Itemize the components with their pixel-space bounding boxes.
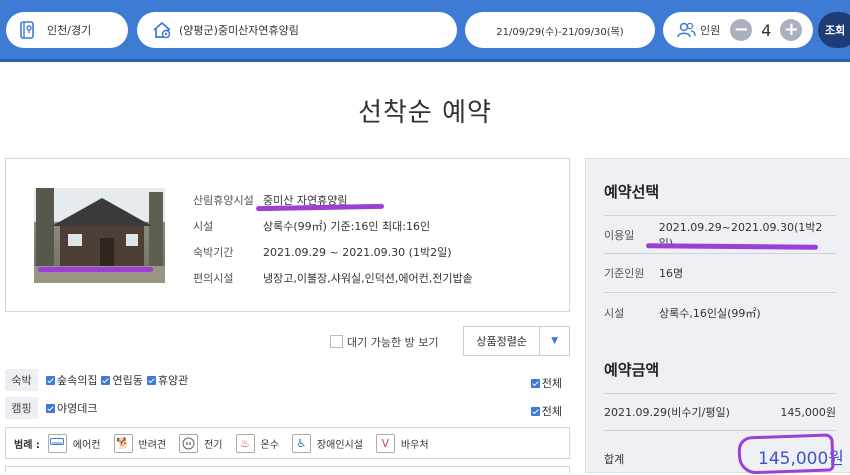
reservation-summary-panel: 예약선택 이용일 2021.09.29~2021.09.30(1박2일) 기준인… <box>585 158 850 475</box>
category-tag-lodging: 숙박 <box>5 369 38 391</box>
checkbox-townhouse[interactable]: 연립동 <box>101 372 143 388</box>
results-list-top <box>5 466 570 473</box>
category-tag-camping: 캠핑 <box>5 397 38 419</box>
annotation-underline-photo <box>38 267 153 272</box>
chevron-down-icon: ▼ <box>539 327 569 355</box>
wheelchair-icon: ♿ <box>291 433 311 453</box>
search-bar-underline <box>0 59 850 62</box>
region-selector[interactable]: 인천/경기 <box>6 12 128 48</box>
legend: 범례 : 에어컨 🐕 반려견 전기 ♨ 온수 ♿ 장애인시설 V 바우처 <box>5 427 570 459</box>
price-divider <box>604 430 836 431</box>
check-icon <box>146 375 156 385</box>
category-row-lodging: 숙박 숲속의집 연립동 휴양관 전체 <box>5 369 570 391</box>
plus-button[interactable]: + <box>780 19 803 41</box>
check-icon <box>530 406 540 416</box>
sort-select[interactable]: 상품정렬순 ▼ <box>463 326 570 356</box>
info-row-stay-period: 숙박기간 2021.09.29 ~ 2021.09.30 (1박2일) <box>193 246 452 259</box>
search-bar: 인천/경기 (양평군)중미산자연휴양림 21/09/29(수)-21/09/30… <box>0 0 850 62</box>
people-label: 인원 <box>700 24 721 37</box>
people-count: 4 <box>761 20 772 40</box>
hot-water-icon: ♨ <box>235 433 255 453</box>
checkbox-camping-all[interactable]: 전체 <box>530 403 562 419</box>
dog-icon: 🐕 <box>113 433 133 453</box>
available-only-checkbox[interactable] <box>330 335 343 348</box>
price-line: 2021.09.29(비수기/평일) 145,000원 <box>604 393 836 429</box>
summary-row-facility: 시설 상록수,16인실(99㎡) <box>604 292 836 332</box>
available-only-label[interactable]: 대기 가능한 방 보기 <box>347 334 438 350</box>
reservation-title: 예약선택 <box>604 183 660 201</box>
annotation-circle-total <box>737 433 835 475</box>
check-icon <box>530 378 540 388</box>
forest-selector[interactable]: (양평군)중미산자연휴양림 <box>137 12 457 48</box>
checkbox-lodging-all[interactable]: 전체 <box>530 375 562 391</box>
people-selector: 인원 − 4 + <box>663 12 813 48</box>
legend-item-hotwater: ♨ 온수 <box>235 433 279 453</box>
price-title: 예약금액 <box>604 361 660 379</box>
page-title: 선착순 예약 <box>358 98 492 128</box>
checkbox-cabin[interactable]: 숲속의집 <box>46 372 97 388</box>
legend-title: 범례 : <box>14 439 40 451</box>
minus-button[interactable]: − <box>730 19 753 41</box>
category-row-camping: 캠핑 야영데크 전체 <box>5 397 570 419</box>
info-row-amenities: 편의시설 냉장고,이불장,샤워실,인덕션,에어컨,전기밥솥 <box>193 272 473 285</box>
legend-item-accessible: ♿ 장애인시설 <box>291 433 363 453</box>
total-label: 합계 <box>604 453 625 466</box>
forest-info-card: 산림휴양시설 중미산 자연휴양림 시설 상록수(99㎡) 기준:16인 최대:1… <box>5 158 570 312</box>
date-range-text: 21/09/29(수)-21/09/30(목) <box>496 26 624 38</box>
date-range-selector[interactable]: 21/09/29(수)-21/09/30(목) <box>465 12 655 48</box>
home-pin-icon <box>151 19 173 41</box>
legend-item-pet: 🐕 반려견 <box>113 433 166 453</box>
map-book-icon <box>18 20 38 40</box>
info-row-facility: 시설 상록수(99㎡) 기준:16인 최대:16인 <box>193 220 431 233</box>
sort-selected-text: 상품정렬순 <box>476 335 527 348</box>
legend-item-aircon: 에어컨 <box>47 433 101 453</box>
plug-icon <box>179 433 199 453</box>
search-button[interactable]: 조회 <box>818 12 850 48</box>
forest-text: (양평군)중미산자연휴양림 <box>179 24 299 37</box>
legend-item-electric: 전기 <box>179 433 223 453</box>
users-icon <box>676 21 696 39</box>
checkbox-camping-deck[interactable]: 야영데크 <box>46 400 97 416</box>
forest-info-table: 산림휴양시설 중미산 자연휴양림 시설 상록수(99㎡) 기준:16인 최대:1… <box>193 187 473 291</box>
air-conditioner-icon <box>47 433 67 453</box>
region-text: 인천/경기 <box>47 24 92 37</box>
check-icon <box>46 403 55 413</box>
voucher-icon: V <box>375 433 395 453</box>
legend-item-voucher: V 바우처 <box>375 433 429 453</box>
check-icon <box>101 375 111 385</box>
checkbox-lodge[interactable]: 휴양관 <box>146 372 188 388</box>
summary-row-base-people: 기준인원 16명 <box>604 253 836 291</box>
check-icon <box>46 375 55 385</box>
filter-row: 대기 가능한 방 보기 상품정렬순 ▼ <box>5 326 570 356</box>
